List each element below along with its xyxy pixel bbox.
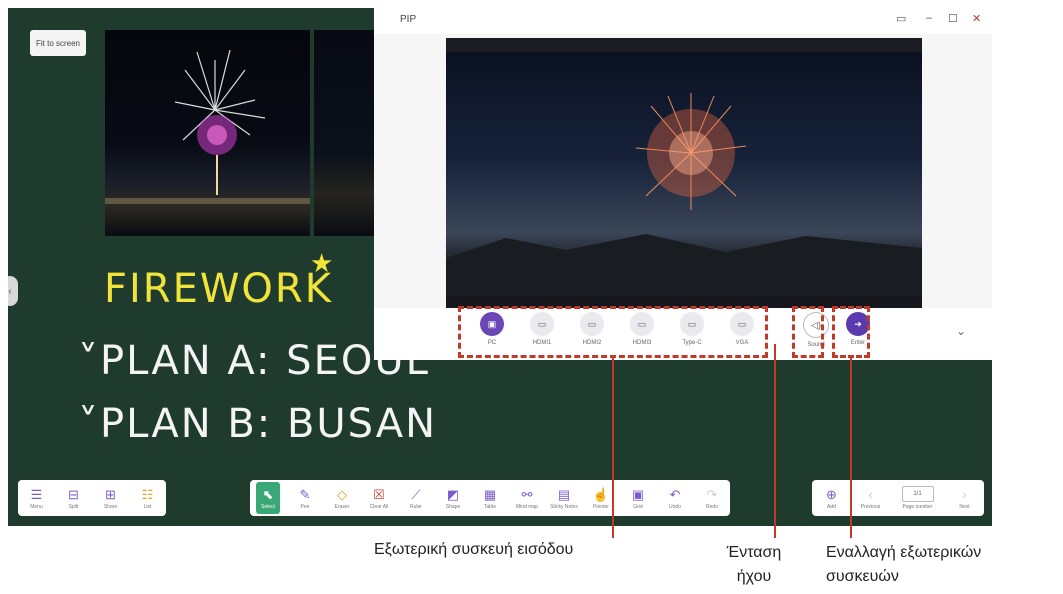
ruler-icon: ⟋: [411, 486, 421, 502]
fireworks-photo[interactable]: [105, 30, 310, 236]
minimize-icon[interactable]: –: [926, 12, 932, 24]
pointer-tool[interactable]: ☝ Pointer: [589, 482, 613, 514]
eraser-icon: ◇: [337, 486, 347, 502]
pointer-icon: ☝: [592, 486, 610, 502]
caption-volume: Ένταση ήχου: [726, 544, 782, 585]
chevron-right-icon: ›: [962, 486, 967, 502]
page-toolbar: ⊕ Add ‹ Previous 1/1 Page number › Next: [812, 480, 984, 516]
list-icon: ☷: [141, 486, 154, 502]
redo-button[interactable]: ↷ Redo: [700, 482, 724, 514]
table-icon: ▦: [483, 486, 497, 502]
whiteboard-canvas[interactable]: Fit to screen FIREWORK ★ ˅PLAN A: SEOUL …: [8, 8, 992, 526]
add-page-button[interactable]: ⊕ Add: [820, 482, 844, 514]
shape-tool[interactable]: ◩ Shape: [441, 482, 465, 514]
select-tool[interactable]: ⬉ Select: [256, 482, 280, 514]
undo-button[interactable]: ↶ Undo: [663, 482, 687, 514]
sticky-notes-tool[interactable]: ▤ Sticky Notes: [550, 482, 578, 514]
ruler-tool[interactable]: ⟋ Ruler: [404, 482, 428, 514]
chevron-left-icon: ‹: [868, 486, 873, 502]
toolbar-label: Mind map: [516, 503, 538, 510]
toolbar-label: Ruler: [410, 503, 422, 510]
left-toolbar: ☰ Menu ⊟ Split ⊞ Share ☷ List: [18, 480, 166, 516]
list-button[interactable]: ☷ List: [136, 482, 160, 514]
fireworks-photo-2[interactable]: [314, 30, 378, 236]
mind-map-icon: ⚯: [521, 486, 533, 502]
external-screen-preview[interactable]: [446, 38, 922, 308]
clear-all-icon: ☒: [373, 486, 385, 502]
toolbar-label: Pen: [300, 503, 310, 510]
pen-icon: ✎: [299, 486, 311, 502]
toolbar-label: Clear All: [369, 503, 389, 510]
enter-highlight: [832, 306, 870, 358]
input-sources-pointer-line: [612, 358, 614, 538]
sound-highlight: [792, 306, 824, 358]
split-button[interactable]: ⊟ Split: [62, 482, 86, 514]
maximize-icon[interactable]: ☐: [948, 12, 958, 25]
toolbar-label: Split: [68, 503, 79, 510]
mind-map-tool[interactable]: ⚯ Mind map: [515, 482, 539, 514]
toolbar-label: Menu: [30, 503, 43, 510]
toolbar-label: Undo: [669, 503, 681, 510]
enter-pointer-line: [850, 358, 852, 538]
previous-page-button[interactable]: ‹ Previous: [859, 482, 883, 514]
fireworks-image: [105, 49, 310, 204]
pip-title: PIP: [400, 14, 417, 25]
star-doodle-icon: ★: [310, 248, 334, 278]
pip-content: [374, 34, 992, 308]
toolbar-label: Previous: [860, 503, 881, 510]
share-button[interactable]: ⊞ Share: [99, 482, 123, 514]
sound-pointer-line: [774, 344, 776, 538]
left-edge-handle-icon[interactable]: ‹: [8, 276, 18, 306]
toolbar-label: Pointer: [593, 503, 609, 510]
add-icon: ⊕: [826, 486, 837, 502]
toolbar-label: Sticky Notes: [550, 503, 578, 510]
fit-to-screen-button[interactable]: Fit to screen: [30, 30, 86, 56]
grid-tool[interactable]: ▣ Grid: [626, 482, 650, 514]
next-page-button[interactable]: › Next: [953, 482, 977, 514]
table-tool[interactable]: ▦ Table: [478, 482, 502, 514]
toolbar-label: Select: [261, 503, 275, 510]
pip-layout-icon[interactable]: ▭: [896, 12, 906, 25]
handwriting-plan-b: ˅PLAN B: BUSAN: [78, 401, 438, 447]
shape-icon: ◩: [446, 486, 460, 502]
split-icon: ⊟: [68, 486, 79, 502]
page-number-control[interactable]: 1/1 Page number: [898, 482, 938, 514]
toolbar-label: Table: [484, 503, 496, 510]
handwriting-firework: FIREWORK: [104, 266, 333, 312]
fireworks-screen-image: [446, 93, 922, 296]
toolbar-label: Share: [103, 503, 118, 510]
toolbar-label: Shape: [445, 503, 461, 510]
pen-tool[interactable]: ✎ Pen: [293, 482, 317, 514]
caption-switch-devices: Εναλλαγή εξωτερικών συσκευών: [826, 544, 982, 585]
input-sources-highlight: [458, 306, 768, 358]
caption-external-input: Εξωτερική συσκευή εισόδου: [374, 541, 574, 558]
main-toolbar: ⬉ Select ✎ Pen ◇ Eraser ☒ Clear All ⟋ Ruler ◩…: [250, 480, 730, 516]
grid-icon: ▣: [631, 486, 645, 502]
close-icon[interactable]: ✕: [972, 12, 981, 25]
page-number-value: 1/1: [901, 486, 934, 502]
toolbar-label: List: [143, 503, 152, 510]
toolbar-label: Grid: [633, 503, 643, 510]
share-icon: ⊞: [105, 486, 116, 502]
eraser-tool[interactable]: ◇ Eraser: [330, 482, 354, 514]
redo-icon: ↷: [706, 486, 718, 502]
menu-icon: ☰: [30, 486, 43, 502]
undo-icon: ↶: [669, 486, 681, 502]
toolbar-label: Add: [827, 503, 836, 510]
toolbar-label: Next: [959, 503, 970, 510]
menu-button[interactable]: ☰ Menu: [25, 482, 49, 514]
cursor-icon: ⬉: [262, 486, 274, 502]
sticky-notes-icon: ▤: [557, 486, 571, 502]
clear-all-tool[interactable]: ☒ Clear All: [367, 482, 391, 514]
toolbar-label: Redo: [706, 503, 718, 510]
chevron-down-icon[interactable]: ⌄: [956, 324, 966, 338]
toolbar-label: Page number: [902, 504, 933, 510]
toolbar-label: Eraser: [334, 503, 350, 510]
